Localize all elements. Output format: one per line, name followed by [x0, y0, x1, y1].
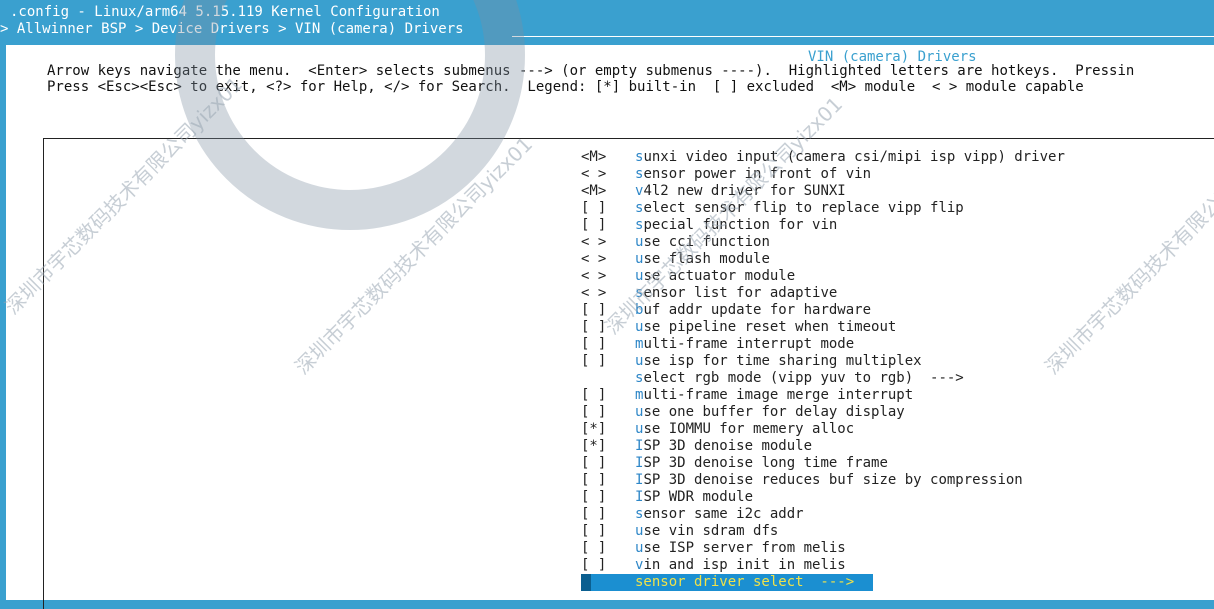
menu-item-marker[interactable]: [ ]	[581, 217, 633, 234]
menu-item-label: use actuator module	[635, 268, 795, 285]
menu-item-label: multi-frame image merge interrupt	[635, 387, 913, 404]
menu-item-marker[interactable]: [ ]	[581, 404, 633, 421]
menu-item-label: use ISP server from melis	[635, 540, 846, 557]
menu-item-label: use IOMMU for memery alloc	[635, 421, 854, 438]
menu-item-label: sensor power in front of vin	[635, 166, 871, 183]
menu-item-text: in and isp init in melis	[643, 557, 846, 573]
menu-item-label: special function for vin	[635, 217, 837, 234]
menu-item-text: pecial function for vin	[643, 217, 838, 233]
menu-item-text: 4l2 new driver for SUNXI	[643, 183, 846, 199]
menu-item-text: se cci function	[643, 234, 770, 250]
menu-item-text: se actuator module	[643, 268, 796, 284]
menu-item-marker[interactable]: < >	[581, 234, 633, 251]
menu-item-label: v4l2 new driver for SUNXI	[635, 183, 846, 200]
menu-item-label: use isp for time sharing multiplex	[635, 353, 922, 370]
menu-item-label: ISP 3D denoise long time frame	[635, 455, 888, 472]
menu-item-marker[interactable]: <M>	[581, 183, 633, 200]
menu-item-marker[interactable]: [ ]	[581, 302, 633, 319]
breadcrumb-line	[512, 36, 1214, 37]
menu-item-text: se ISP server from melis	[643, 540, 846, 556]
menu-item-marker[interactable]: [*]	[581, 438, 633, 455]
menu-item-marker[interactable]: [ ]	[581, 540, 633, 557]
menu-item-label: ISP WDR module	[635, 489, 753, 506]
menu-item-label: sensor driver select --->	[635, 574, 855, 590]
menu-item-text: se flash module	[643, 251, 770, 267]
window-header: .config - Linux/arm64 5.15.119 Kernel Co…	[0, 0, 1214, 45]
menu-item-text: se IOMMU for memery alloc	[643, 421, 855, 437]
menu-item-text: ulti-frame interrupt mode	[643, 336, 855, 352]
menu-item-marker[interactable]: [*]	[581, 421, 633, 438]
menu-item-label: select sensor flip to replace vipp flip	[635, 200, 964, 217]
help-line-2: Press <Esc><Esc> to exit, <?> for Help, …	[47, 79, 1084, 95]
menu-item-marker[interactable]: < >	[581, 166, 633, 183]
menu-item-text: ensor power in front of vin	[643, 166, 872, 182]
menu-item-label: sensor list for adaptive	[635, 285, 837, 302]
menu-item-marker[interactable]: [ ]	[581, 557, 633, 574]
menu-item-text: SP 3D denoise long time frame	[643, 455, 888, 471]
menu-item-marker[interactable]: [ ]	[581, 353, 633, 370]
menu-item-selected[interactable]: sensor driver select --->	[581, 574, 873, 591]
menu-item-label: sunxi video input (camera csi/mipi isp v…	[635, 149, 1065, 166]
window-title: .config - Linux/arm64 5.15.119 Kernel Co…	[10, 4, 440, 20]
menu-item-label: use cci function	[635, 234, 770, 251]
menu-item-label: select rgb mode (vipp yuv to rgb) --->	[635, 370, 964, 387]
menu-item-text: elect rgb mode (vipp yuv to rgb) --->	[643, 370, 964, 386]
menu-item-label: use one buffer for delay display	[635, 404, 905, 421]
menu-item-text: se vin sdram dfs	[643, 523, 779, 539]
menu-item-text: se pipeline reset when timeout	[643, 319, 897, 335]
menu-item-text: unxi video input (camera csi/mipi isp vi…	[643, 149, 1065, 165]
menu-item-marker[interactable]	[581, 370, 633, 387]
menu-item-marker[interactable]: [ ]	[581, 523, 633, 540]
menu-item-label: vin and isp init in melis	[635, 557, 846, 574]
menu-item-marker[interactable]: [ ]	[581, 472, 633, 489]
menu-item-marker[interactable]: < >	[581, 251, 633, 268]
menu-item-marker[interactable]: [ ]	[581, 387, 633, 404]
menu-item-text: se one buffer for delay display	[643, 404, 905, 420]
menu-item-text: SP WDR module	[643, 489, 754, 505]
menu-item-label: ISP 3D denoise reduces buf size by compr…	[635, 472, 1023, 489]
menu-item-text: SP 3D denoise reduces buf size by compre…	[643, 472, 1023, 488]
menu-item-label: use flash module	[635, 251, 770, 268]
menu-item-marker[interactable]: < >	[581, 285, 633, 302]
menu-item-marker[interactable]: [ ]	[581, 319, 633, 336]
menu-item-label: use vin sdram dfs	[635, 523, 778, 540]
menu-item-text: se isp for time sharing multiplex	[643, 353, 922, 369]
menu-item-text: elect sensor flip to replace vipp flip	[643, 200, 964, 216]
menu-item-label: buf addr update for hardware	[635, 302, 871, 319]
menu-item-label: ISP 3D denoise module	[635, 438, 812, 455]
menu-item-marker[interactable]: [ ]	[581, 336, 633, 353]
left-border	[0, 45, 6, 600]
menu-item-text: ensor same i2c addr	[643, 506, 804, 522]
breadcrumb: > Allwinner BSP > Device Drivers > VIN (…	[0, 21, 464, 37]
menu-item-marker[interactable]: [ ]	[581, 455, 633, 472]
help-line-1: Arrow keys navigate the menu. <Enter> se…	[47, 63, 1135, 79]
menu-item-text: ulti-frame image merge interrupt	[643, 387, 914, 403]
menu-item-text: SP 3D denoise module	[643, 438, 813, 454]
menu-item-label: multi-frame interrupt mode	[635, 336, 854, 353]
menu-item-marker[interactable]: [ ]	[581, 506, 633, 523]
menu-item-marker[interactable]: [ ]	[581, 200, 633, 217]
menu-item-label: sensor same i2c addr	[635, 506, 804, 523]
menu-item-marker[interactable]: < >	[581, 268, 633, 285]
menu-item-label: use pipeline reset when timeout	[635, 319, 896, 336]
menu-item-marker[interactable]: [ ]	[581, 489, 633, 506]
menu-item-text: ensor list for adaptive	[643, 285, 838, 301]
cursor-block	[581, 574, 591, 591]
menu-item-text: uf addr update for hardware	[643, 302, 872, 318]
menu-item-marker[interactable]: <M>	[581, 149, 633, 166]
